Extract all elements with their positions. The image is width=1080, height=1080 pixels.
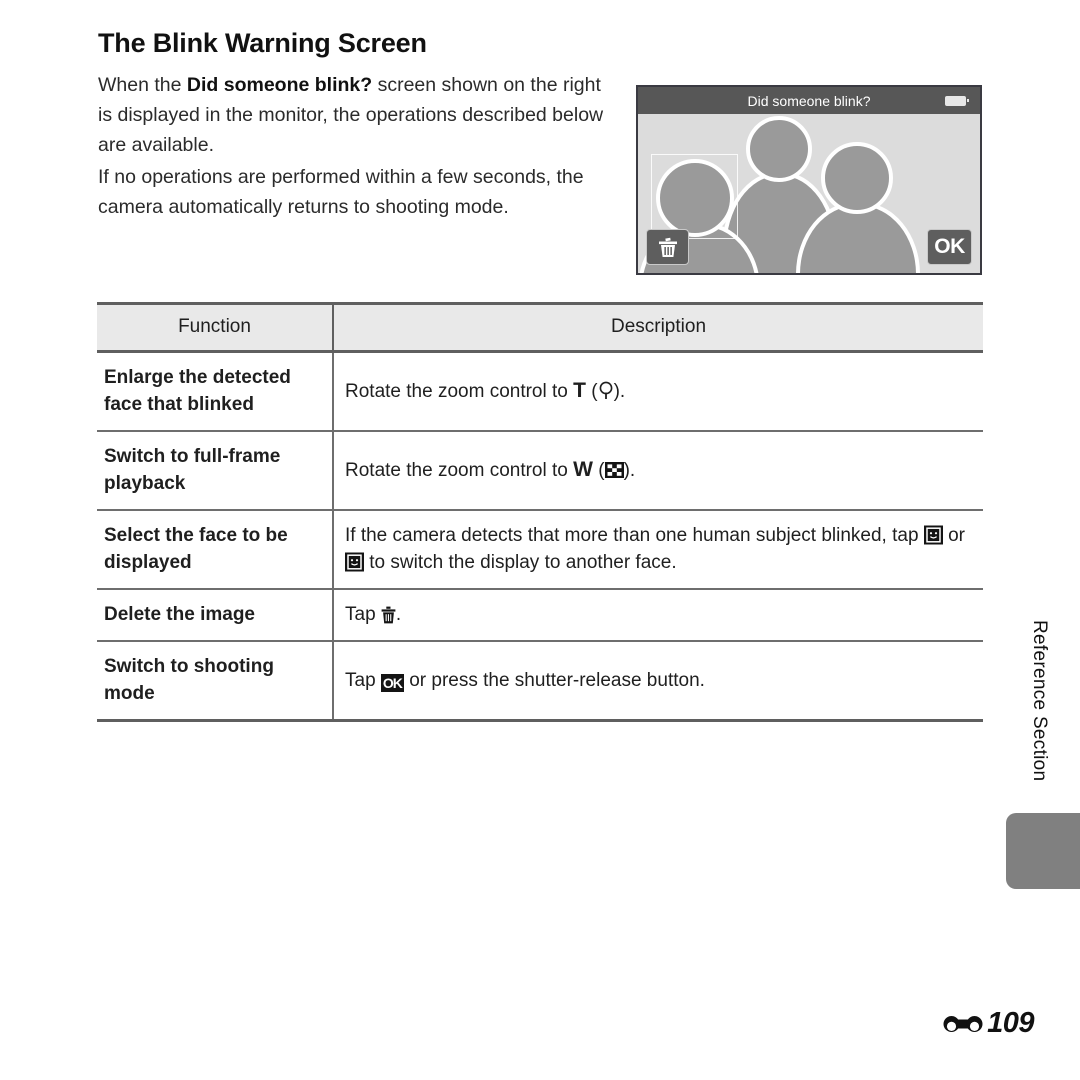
intro-paragraph-1: When the Did someone blink? screen shown… (98, 70, 618, 160)
face-select-next-icon (345, 552, 364, 572)
battery-full-icon (945, 96, 969, 106)
monitor-ok-button[interactable]: OK (927, 229, 972, 265)
camera-monitor-illustration: Did someone blink? OK (636, 85, 982, 275)
desc-text: Tap (345, 604, 381, 625)
intro-text: When the Did someone blink? screen shown… (98, 70, 618, 222)
trash-icon (658, 237, 677, 257)
table-row: Enlarge the detected face that blinked R… (97, 351, 983, 432)
desc-text: Rotate the zoom control to (345, 460, 574, 481)
desc-text: If the camera detects that more than one… (345, 525, 924, 546)
zoom-control-t-key: T (573, 379, 586, 402)
desc-text: or press the shutter-release button. (403, 669, 705, 691)
desc-text: Tap (345, 669, 381, 691)
monitor-delete-button[interactable] (646, 229, 689, 265)
table-row: Delete the image Tap . (97, 589, 983, 642)
desc-text: to switch the display to another face. (364, 552, 677, 573)
face-select-previous-icon (923, 525, 943, 545)
row-function-full-frame-playback: Switch to full-frame playback (97, 431, 334, 511)
row-function-switch-shooting-mode: Switch to shooting mode (97, 641, 334, 722)
ok-button-icon: OK (380, 673, 404, 692)
desc-text: ( (585, 381, 598, 402)
reference-section-mark-icon (943, 1015, 983, 1032)
monitor-titlebar: Did someone blink? (638, 87, 980, 114)
page-footer: 109 (942, 1007, 1034, 1040)
table-row: Switch to shooting mode Tap OK or press … (97, 641, 983, 722)
page-title: The Blink Warning Screen (98, 28, 427, 58)
row-description-delete-image: Tap . (333, 589, 983, 642)
reference-section-side-label: Reference Section (1029, 620, 1050, 782)
desc-text: ( (592, 460, 605, 481)
thumbnail-view-icon (604, 462, 624, 478)
face-selection-box (651, 154, 738, 239)
row-function-enlarge-face: Enlarge the detected face that blinked (97, 351, 334, 432)
magnifier-icon (599, 381, 612, 399)
table-row: Switch to full-frame playback Rotate the… (97, 431, 983, 511)
desc-text: ). (623, 460, 636, 481)
row-function-delete-image: Delete the image (97, 589, 334, 642)
monitor-ok-label: OK (934, 235, 965, 258)
desc-text: . (395, 604, 402, 625)
desc-text: or (942, 525, 965, 546)
table-header-row: Function Description (97, 302, 983, 353)
back-figure-head (746, 116, 812, 182)
row-description-full-frame-playback: Rotate the zoom control to W (). (333, 431, 983, 511)
function-description-table: Function Description Enlarge the detecte… (97, 302, 983, 722)
reference-section-tab (1006, 813, 1080, 889)
row-description-switch-shooting-mode: Tap OK or press the shutter-release butt… (333, 641, 983, 722)
zoom-control-w-key: W (573, 458, 593, 481)
intro-1-bold: Did someone blink? (186, 74, 373, 96)
intro-1-before: When the (98, 74, 187, 96)
column-header-description: Description (333, 302, 983, 353)
monitor-scene: OK (638, 114, 980, 273)
row-description-enlarge-face: Rotate the zoom control to T (). (333, 351, 983, 432)
trash-icon (381, 606, 396, 624)
row-function-select-face: Select the face to be displayed (97, 510, 334, 590)
desc-text: ). (613, 381, 626, 402)
table-row: Select the face to be displayed If the c… (97, 510, 983, 590)
monitor-title: Did someone blink? (747, 92, 871, 109)
right-figure-head (821, 142, 893, 214)
column-header-function: Function (97, 302, 334, 353)
row-description-select-face: If the camera detects that more than one… (333, 510, 983, 590)
desc-text: Rotate the zoom control to (345, 381, 574, 402)
intro-paragraph-2: If no operations are performed within a … (98, 166, 584, 218)
page-number: 109 (987, 1007, 1034, 1039)
